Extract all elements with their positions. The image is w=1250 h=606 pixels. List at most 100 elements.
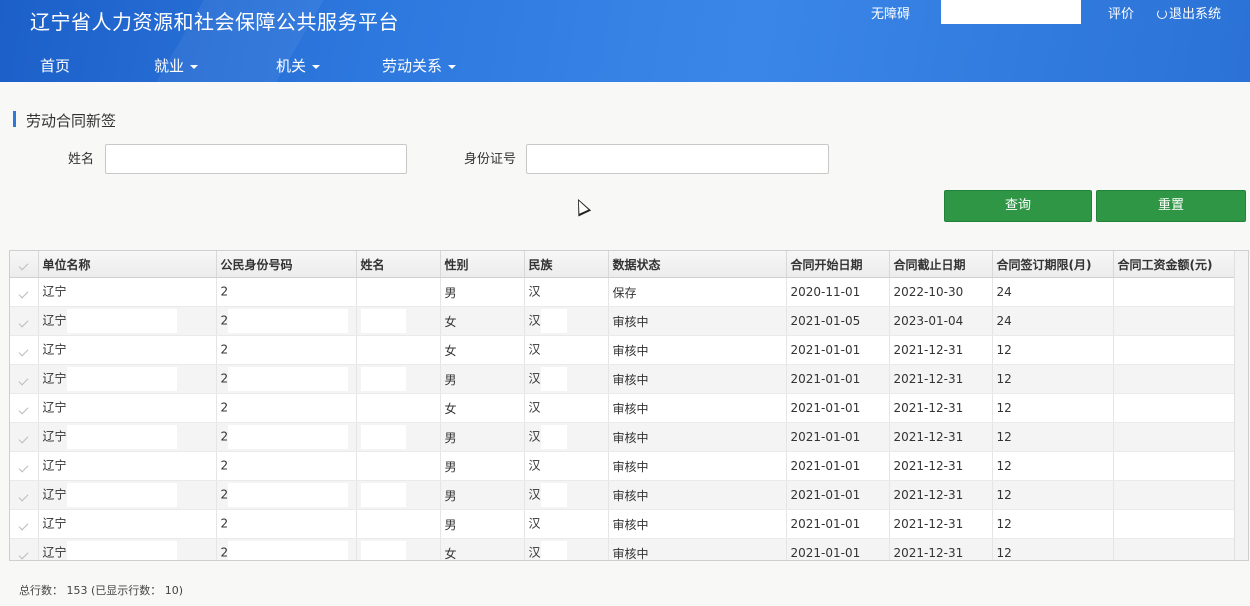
- cell-term-months-text: 12: [996, 343, 1012, 357]
- row-checkbox[interactable]: [10, 538, 39, 560]
- id-number-input[interactable]: [526, 144, 829, 174]
- cell-ethnicity-text: 汉: [528, 313, 541, 328]
- column-header[interactable]: 合同工资金额(元): [1113, 251, 1235, 278]
- column-header[interactable]: 合同签订期限(月): [992, 251, 1114, 278]
- rate-link[interactable]: 评价: [1108, 3, 1134, 22]
- reset-button[interactable]: 重置: [1096, 190, 1246, 222]
- cell-start-date: 2020-11-01: [786, 277, 890, 307]
- cell-salary: [1113, 422, 1235, 452]
- nav-labor-relations[interactable]: 劳动关系: [382, 55, 457, 76]
- name-input[interactable]: [105, 144, 407, 174]
- nav-home-label: 首页: [40, 57, 71, 75]
- cell-unit-name-text: 辽宁: [42, 400, 67, 415]
- cell-unit-name: 辽宁: [38, 393, 217, 423]
- cell-status-text: 审核中: [612, 488, 649, 503]
- cell-id-number: 2: [216, 538, 357, 560]
- nav-home[interactable]: 首页: [40, 55, 70, 76]
- cell-unit-name: 辽宁: [38, 306, 217, 336]
- cell-status-text: 审核中: [612, 372, 649, 387]
- cell-name: [356, 393, 441, 423]
- chevron-down-icon: [190, 64, 199, 69]
- table-row[interactable]: 辽宁 2 女 汉 审核中 2021-01-05 2023-01-04 24: [10, 306, 1235, 336]
- row-checkbox[interactable]: [10, 451, 39, 481]
- power-icon: [1157, 9, 1167, 19]
- cell-gender-text: 女: [444, 401, 457, 416]
- nav-agency[interactable]: 机关: [276, 55, 321, 76]
- column-header[interactable]: 性别: [440, 251, 525, 278]
- header-search-input[interactable]: [941, 0, 1081, 24]
- cell-unit-name-text: 辽宁: [42, 458, 67, 473]
- table-row[interactable]: 辽宁 2 女 汉 审核中 2021-01-01 2021-12-31 12: [10, 538, 1235, 560]
- row-checkbox[interactable]: [10, 509, 39, 539]
- pagination-summary: 总行数： 153 (已显示行数： 10): [19, 584, 184, 597]
- cell-id-number-text: 2: [220, 516, 229, 531]
- id-number-label: 身份证号: [464, 152, 517, 167]
- row-checkbox[interactable]: [10, 306, 39, 336]
- table-row[interactable]: 辽宁 2 女 汉 审核中 2021-01-01 2021-12-31 12: [10, 393, 1235, 423]
- cell-id-number-text: 2: [220, 429, 229, 444]
- cell-gender: 男: [440, 509, 525, 539]
- redaction-mask: [66, 338, 177, 362]
- cell-gender: 女: [440, 393, 525, 423]
- cell-start-date-text: 2021-01-01: [790, 546, 861, 560]
- name-label: 姓名: [68, 152, 95, 167]
- row-checkbox[interactable]: [10, 393, 39, 423]
- row-checkbox[interactable]: [10, 277, 39, 307]
- table-row[interactable]: 辽宁 2 男 汉 审核中 2021-01-01 2021-12-31 12: [10, 480, 1235, 510]
- chevron-down-icon: [448, 64, 457, 69]
- cell-gender: 男: [440, 422, 525, 452]
- cell-start-date: 2021-01-01: [786, 393, 890, 423]
- cell-start-date: 2021-01-01: [786, 422, 890, 452]
- cell-term-months: 12: [992, 335, 1114, 365]
- logout-link[interactable]: 退出系统: [1157, 3, 1221, 22]
- cell-end-date: 2021-12-31: [889, 538, 993, 560]
- column-header[interactable]: 姓名: [356, 251, 441, 278]
- column-header[interactable]: 合同开始日期: [786, 251, 890, 278]
- redaction-mask: [540, 396, 567, 420]
- table-row[interactable]: 辽宁 2 男 汉 审核中 2021-01-01 2021-12-31 12: [10, 509, 1235, 539]
- table-row[interactable]: 辽宁 2 男 汉 审核中 2021-01-01 2021-12-31 12: [10, 451, 1235, 481]
- column-header[interactable]: 数据状态: [608, 251, 787, 278]
- table-row[interactable]: 辽宁 2 女 汉 审核中 2021-01-01 2021-12-31 12: [10, 335, 1235, 365]
- column-header[interactable]: 单位名称: [38, 251, 217, 278]
- row-checkbox[interactable]: [10, 364, 39, 394]
- row-checkbox[interactable]: [10, 335, 39, 365]
- row-checkbox[interactable]: [10, 480, 39, 510]
- cell-status-text: 审核中: [612, 459, 649, 474]
- table-row[interactable]: 辽宁 2 男 汉 审核中 2021-01-01 2021-12-31 12: [10, 422, 1235, 452]
- cell-ethnicity-text: 汉: [528, 429, 541, 444]
- query-button[interactable]: 查询: [944, 190, 1092, 222]
- cell-status-text: 审核中: [612, 401, 649, 416]
- cell-id-number: 2: [216, 335, 357, 365]
- redaction-mask: [540, 367, 567, 391]
- cell-id-number: 2: [216, 306, 357, 336]
- accessibility-link[interactable]: 无障碍: [871, 3, 910, 22]
- column-header[interactable]: 合同截止日期: [889, 251, 993, 278]
- cell-ethnicity: 汉: [524, 306, 609, 336]
- cell-term-months: 12: [992, 480, 1114, 510]
- section-accent-bar: [13, 111, 16, 127]
- row-checkbox[interactable]: [10, 422, 39, 452]
- vertical-scrollbar[interactable]: [1234, 251, 1248, 560]
- cell-start-date-text: 2020-11-01: [790, 285, 861, 299]
- cell-term-months: 12: [992, 422, 1114, 452]
- nav-employment[interactable]: 就业: [154, 55, 199, 76]
- column-header[interactable]: 公民身份号码: [216, 251, 357, 278]
- cell-salary: [1113, 393, 1235, 423]
- redaction-mask: [360, 454, 406, 478]
- nav-agency-label: 机关: [276, 57, 307, 75]
- table-row[interactable]: 辽宁 2 男 汉 审核中 2021-01-01 2021-12-31 12: [10, 364, 1235, 394]
- cell-end-date-text: 2021-12-31: [893, 343, 964, 357]
- table-row[interactable]: 辽宁 2 男 汉 保存 2020-11-01 2022-10-30 24: [10, 277, 1235, 307]
- cell-name: [356, 277, 441, 307]
- cell-ethnicity-text: 汉: [528, 516, 541, 531]
- cell-term-months: 24: [992, 306, 1114, 336]
- cell-ethnicity-text: 汉: [528, 400, 541, 415]
- redaction-mask: [360, 425, 406, 449]
- column-header[interactable]: 民族: [524, 251, 609, 278]
- cell-gender-text: 男: [444, 488, 457, 503]
- nav-employment-label: 就业: [154, 57, 185, 75]
- site-title: 辽宁省人力资源和社会保障公共服务平台: [30, 10, 399, 34]
- select-all-checkbox[interactable]: [10, 251, 39, 278]
- mouse-cursor-icon: [571, 196, 592, 217]
